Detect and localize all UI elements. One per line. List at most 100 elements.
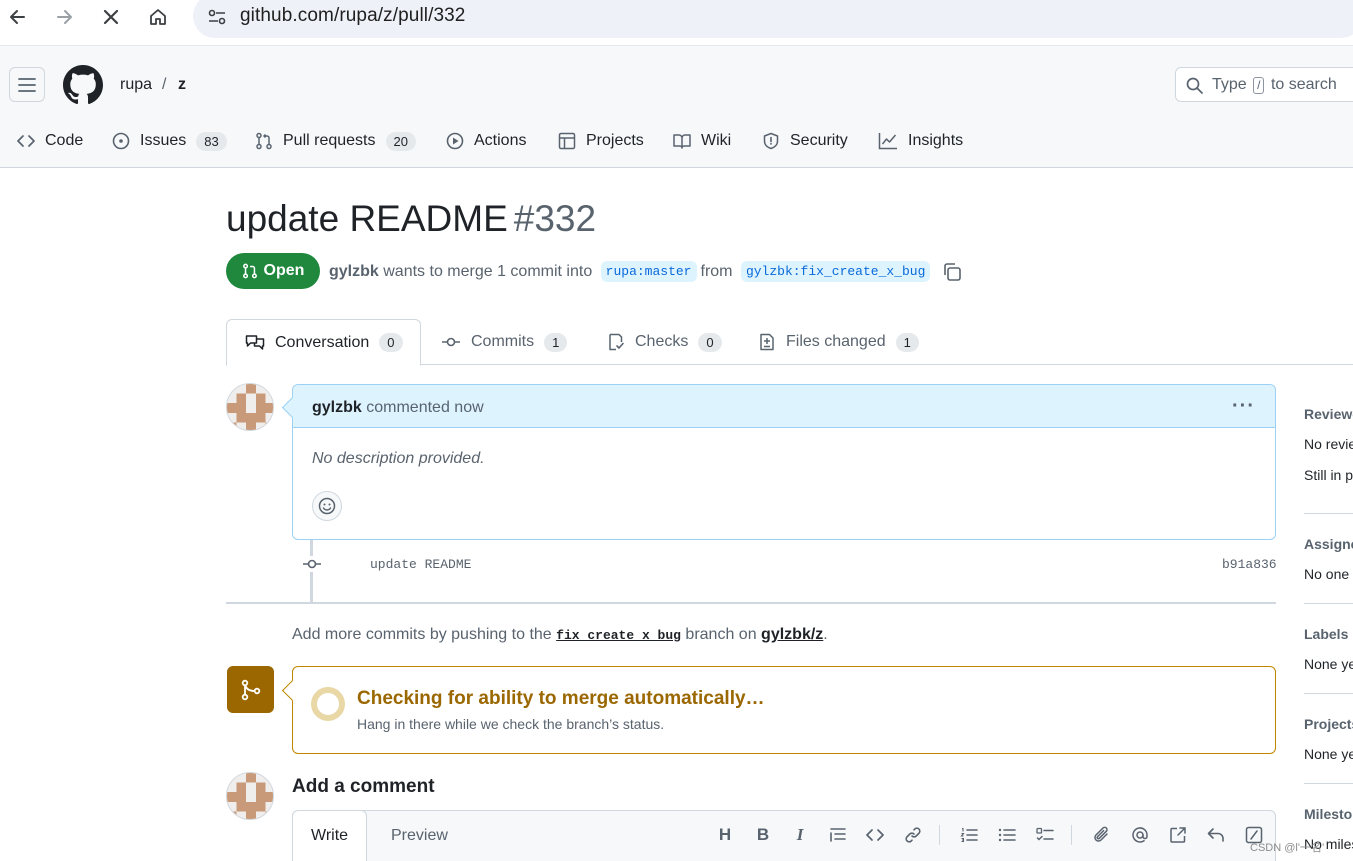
pull-request-icon bbox=[242, 263, 257, 279]
tab-actions[interactable]: Actions bbox=[446, 124, 526, 158]
code-button[interactable] bbox=[863, 823, 887, 847]
issues-counter: 83 bbox=[196, 131, 227, 151]
tab-checks[interactable]: Checks 0 bbox=[607, 319, 722, 365]
italic-button[interactable]: I bbox=[788, 823, 812, 847]
heading-button[interactable]: H bbox=[713, 823, 737, 847]
issue-icon bbox=[112, 132, 130, 150]
browser-toolbar: github.com/rupa/z/pull/332 bbox=[0, 0, 1353, 38]
search-input[interactable]: Type / to search bbox=[1175, 67, 1353, 102]
tab-wiki[interactable]: Wiki bbox=[673, 124, 731, 158]
copy-icon[interactable] bbox=[942, 262, 962, 282]
mention-icon bbox=[1132, 827, 1148, 843]
pr-title-text: update README bbox=[226, 198, 508, 239]
ordered-list-button[interactable] bbox=[957, 823, 981, 847]
tab-conversation-label: Conversation bbox=[275, 333, 370, 351]
stop-loading-button[interactable] bbox=[96, 2, 126, 32]
status-badge: Open bbox=[226, 253, 320, 289]
breadcrumb-repo[interactable]: z bbox=[178, 76, 186, 94]
head-branch-link[interactable]: gylzbk:fix_create_x_bug bbox=[740, 261, 931, 282]
sidebar-reviewers-label[interactable]: Reviewers bbox=[1304, 406, 1353, 422]
tab-security[interactable]: Security bbox=[762, 124, 848, 158]
pr-meta: gylzbk wants to merge 1 commit into rupa… bbox=[329, 261, 962, 282]
github-logo-icon[interactable] bbox=[63, 65, 103, 105]
unordered-list-button[interactable] bbox=[995, 823, 1019, 847]
site-settings-icon[interactable] bbox=[205, 6, 229, 28]
saved-replies-button[interactable] bbox=[1204, 823, 1228, 847]
kebab-horizontal-icon[interactable]: ··· bbox=[1232, 395, 1255, 418]
tab-code-label: Code bbox=[45, 132, 84, 149]
pr-author-link[interactable]: gylzbk bbox=[329, 263, 379, 281]
push-hint-repo-link[interactable]: gylzbk/z bbox=[761, 626, 823, 643]
push-hint-branch[interactable]: fix_create_x_bug bbox=[556, 628, 681, 643]
base-branch-link[interactable]: rupa:master bbox=[600, 261, 697, 282]
tab-conversation[interactable]: Conversation 0 bbox=[226, 319, 421, 366]
commit-sha-link[interactable]: b91a836 bbox=[1222, 557, 1277, 572]
avatar[interactable] bbox=[226, 383, 274, 431]
tab-files-changed[interactable]: Files changed 1 bbox=[758, 319, 919, 365]
tab-insights[interactable]: Insights bbox=[878, 124, 963, 158]
comment-timestamp[interactable]: commented now bbox=[366, 399, 483, 416]
graph-icon bbox=[878, 133, 897, 150]
quote-button[interactable] bbox=[826, 823, 850, 847]
sidebar-projects-value: None yet bbox=[1304, 746, 1353, 762]
git-commit-icon bbox=[302, 556, 322, 572]
commits-counter: 1 bbox=[544, 332, 568, 352]
shield-icon bbox=[763, 132, 779, 150]
menu-button[interactable] bbox=[9, 67, 45, 102]
book-icon bbox=[673, 134, 691, 149]
tab-pull-requests[interactable]: Pull requests 20 bbox=[255, 124, 416, 158]
comment-editor: Write Preview H B I bbox=[292, 810, 1276, 861]
avatar[interactable] bbox=[226, 772, 274, 820]
smiley-icon bbox=[318, 497, 336, 515]
tab-issues-label: Issues bbox=[140, 132, 187, 149]
tab-checks-label: Checks bbox=[635, 333, 689, 350]
tab-issues[interactable]: Issues 83 bbox=[112, 124, 227, 158]
pr-meta-text: wants to merge 1 commit into bbox=[383, 262, 593, 280]
toolbar-divider bbox=[1071, 825, 1072, 845]
task-list-button[interactable] bbox=[1033, 823, 1057, 847]
tab-actions-label: Actions bbox=[474, 132, 527, 149]
sidebar-milestone-label[interactable]: Milestone bbox=[1304, 806, 1353, 822]
home-button[interactable] bbox=[143, 2, 173, 32]
sidebar-reviewers-value: No reviews bbox=[1304, 436, 1353, 452]
mention-button[interactable] bbox=[1128, 823, 1152, 847]
comment-author-link[interactable]: gylzbk bbox=[312, 399, 362, 416]
from-text: from bbox=[700, 262, 733, 280]
tab-preview[interactable]: Preview bbox=[373, 811, 466, 860]
tab-write[interactable]: Write bbox=[292, 810, 368, 861]
tab-code[interactable]: Code bbox=[17, 124, 83, 158]
link-button[interactable] bbox=[901, 823, 925, 847]
reference-button[interactable] bbox=[1166, 823, 1190, 847]
tab-commits[interactable]: Commits 1 bbox=[441, 319, 568, 365]
sidebar-labels-label[interactable]: Labels bbox=[1304, 626, 1348, 642]
link-icon bbox=[905, 827, 921, 843]
arrow-right-icon bbox=[57, 10, 72, 24]
git-commit-icon bbox=[442, 337, 460, 347]
sidebar-labels-value: None yet bbox=[1304, 656, 1353, 672]
tab-files-changed-label: Files changed bbox=[786, 333, 886, 350]
code-icon bbox=[17, 135, 35, 147]
hamburger-icon bbox=[18, 77, 36, 92]
add-reaction-button[interactable] bbox=[312, 491, 342, 521]
comment-header: gylzbk commented now ··· bbox=[293, 385, 1275, 428]
breadcrumb-owner[interactable]: rupa bbox=[120, 76, 152, 94]
back-button[interactable] bbox=[3, 2, 33, 32]
url-text[interactable]: github.com/rupa/z/pull/332 bbox=[240, 5, 465, 27]
conversation-counter: 0 bbox=[379, 333, 403, 352]
attach-file-button[interactable] bbox=[1090, 823, 1114, 847]
merge-status-subtitle: Hang in there while we check the branch’… bbox=[357, 716, 665, 732]
commit-message-link[interactable]: update README bbox=[370, 557, 471, 572]
comment-card: gylzbk commented now ··· No description … bbox=[292, 384, 1276, 540]
tab-commits-label: Commits bbox=[471, 333, 535, 350]
timeline-divider bbox=[226, 602, 1276, 604]
list-unordered-icon bbox=[998, 828, 1016, 842]
tab-projects-label: Projects bbox=[586, 132, 644, 149]
comment-body: No description provided. bbox=[312, 450, 485, 467]
forward-button[interactable] bbox=[49, 2, 79, 32]
sidebar-assignees-label[interactable]: Assignees bbox=[1304, 536, 1353, 552]
merge-status-box: Checking for ability to merge automatica… bbox=[292, 666, 1276, 754]
bold-button[interactable]: B bbox=[751, 823, 775, 847]
sidebar-projects-label[interactable]: Projects bbox=[1304, 716, 1353, 732]
tab-insights-label: Insights bbox=[908, 132, 964, 149]
tab-projects[interactable]: Projects bbox=[558, 124, 644, 158]
